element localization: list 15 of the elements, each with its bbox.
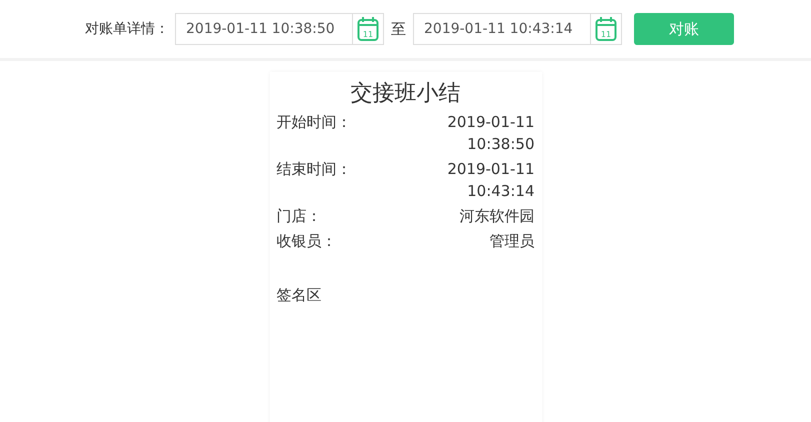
range-separator: 至 bbox=[391, 20, 406, 38]
field-value: 河东软件园 bbox=[458, 206, 534, 227]
date-field[interactable]: 2019-01-11 10:38:50 11 bbox=[175, 13, 384, 45]
signature-label: 签名区 bbox=[276, 286, 322, 305]
field-label: 结束时间： bbox=[276, 159, 352, 180]
field-label: 开始时间： bbox=[276, 112, 352, 133]
field-value: 2019-01-11 10:38:50 bbox=[446, 112, 534, 155]
filter-label: 对账单详情： bbox=[85, 20, 169, 38]
field-label: 门店： bbox=[276, 206, 322, 227]
field-label: 收银员： bbox=[276, 231, 336, 252]
date-field[interactable]: 2019-01-11 10:43:14 11 bbox=[413, 13, 622, 45]
reconcile-button[interactable]: 对账 bbox=[634, 13, 734, 45]
summary-title: 交接班小结 bbox=[350, 80, 462, 108]
field-value: 管理员 bbox=[488, 231, 534, 252]
field-value: 2019-01-11 10:43:14 bbox=[446, 159, 534, 202]
